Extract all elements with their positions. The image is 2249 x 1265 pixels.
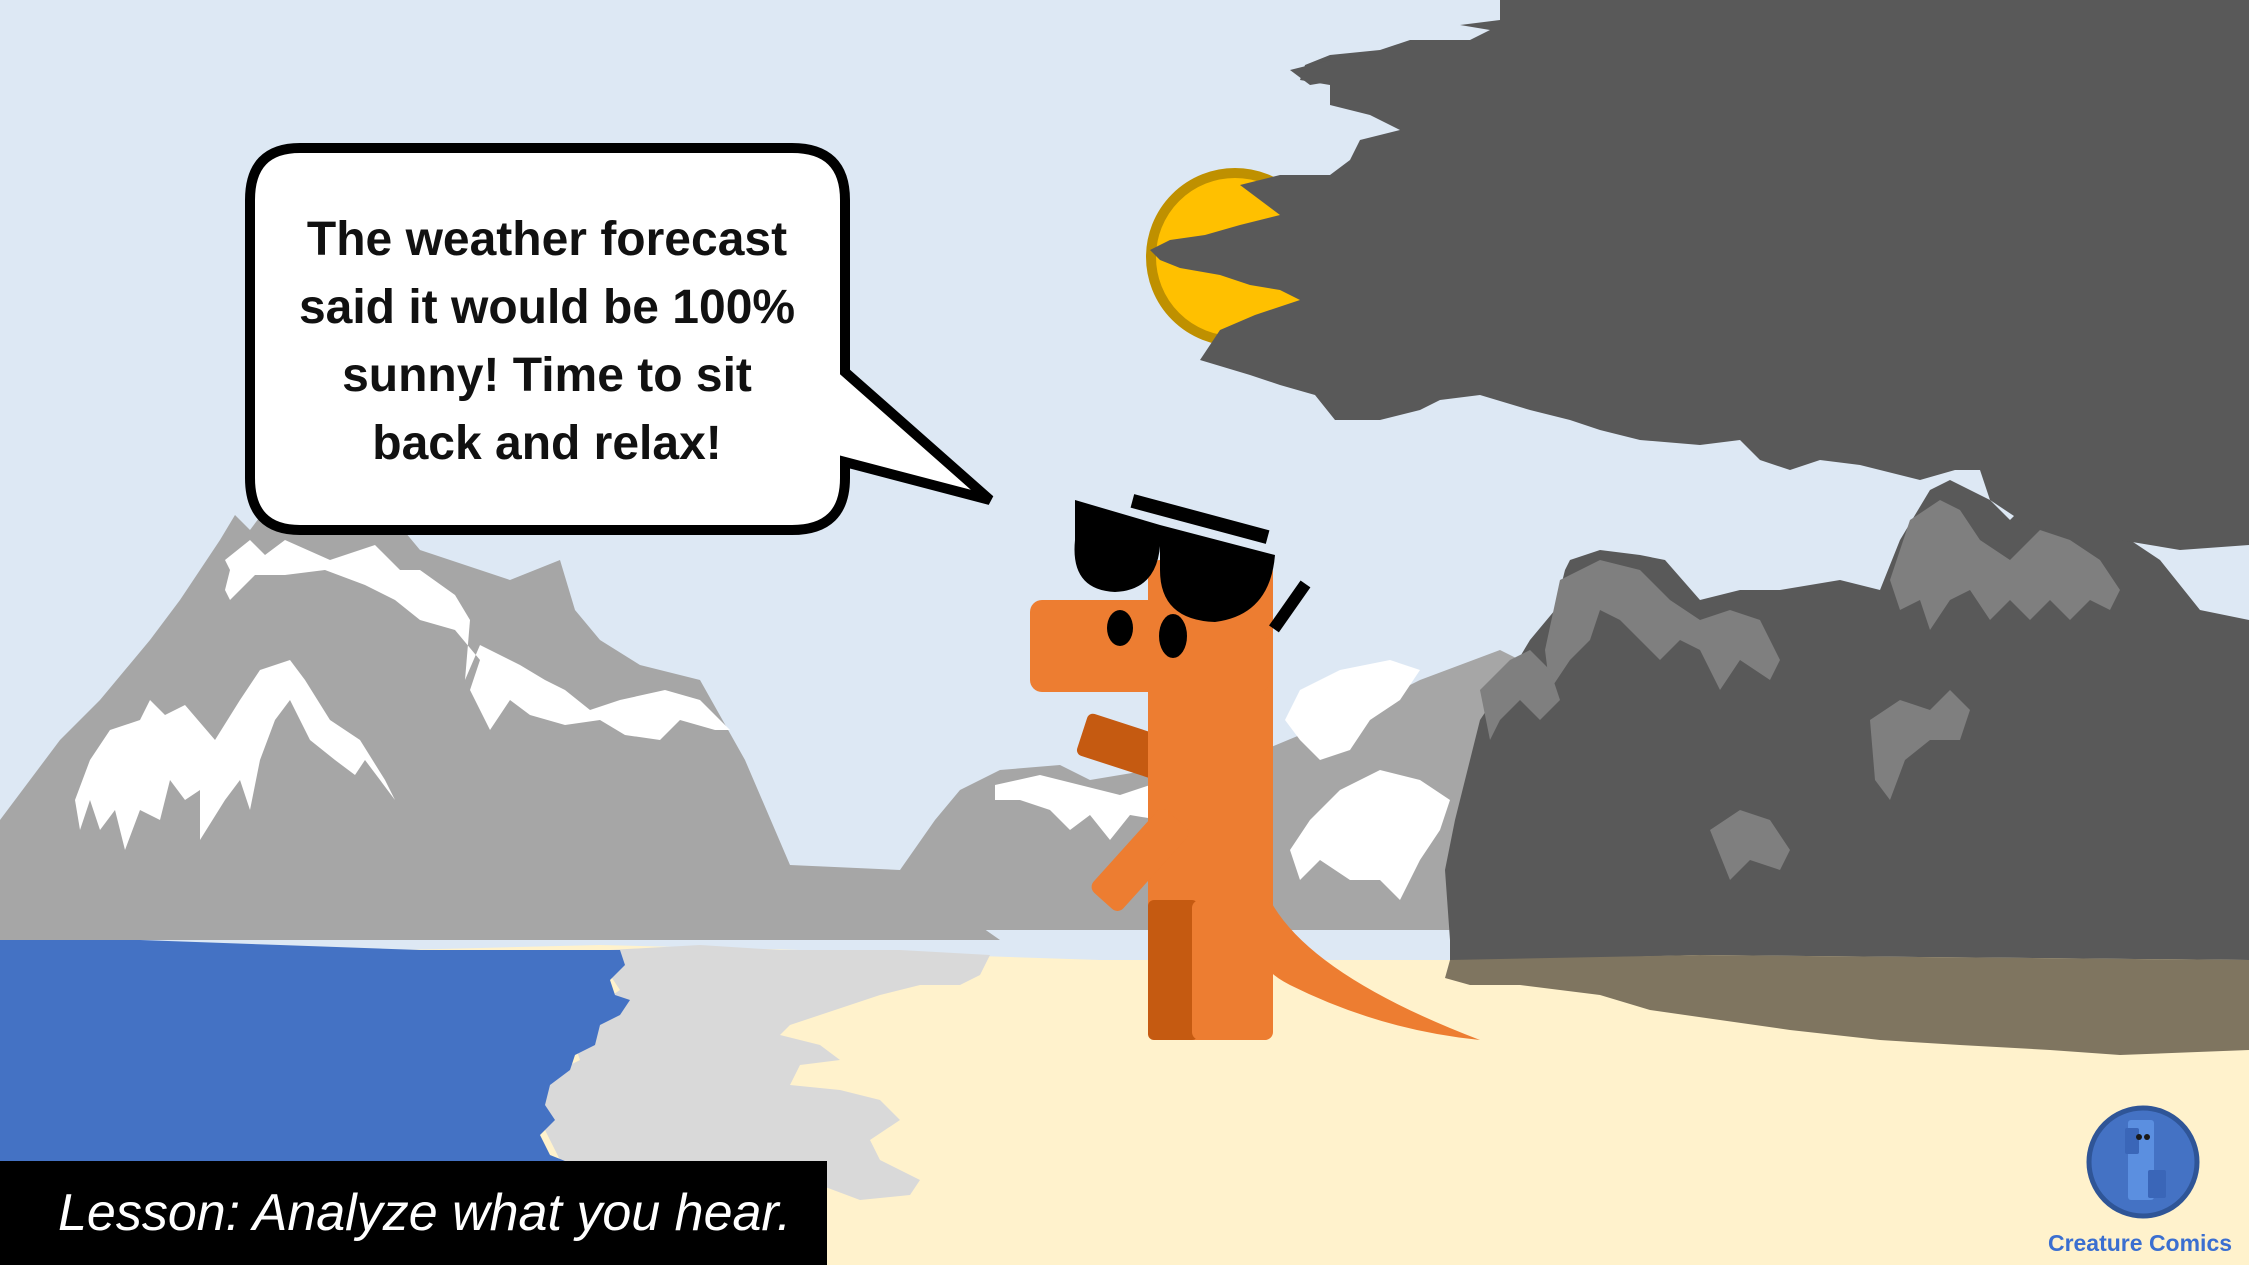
dino-logo-icon [2086,1105,2200,1219]
speech-line-4: back and relax! [372,417,722,470]
scene-artwork [0,0,2249,1265]
comic-panel: The weather forecast said it would be 10… [0,0,2249,1265]
speech-line-1: The weather forecast [306,213,788,266]
brand-name: Creature Comics [2047,1230,2233,1256]
speech-bubble-text: The weather forecast said it would be 10… [262,206,832,478]
speech-line-3: sunny! Time to sit [342,349,752,402]
lesson-text: Lesson: Analyze what you hear. [58,1184,792,1242]
lesson-banner: Lesson: Analyze what you hear. [0,1161,827,1265]
speech-line-2: said it would be 100% [298,281,796,334]
